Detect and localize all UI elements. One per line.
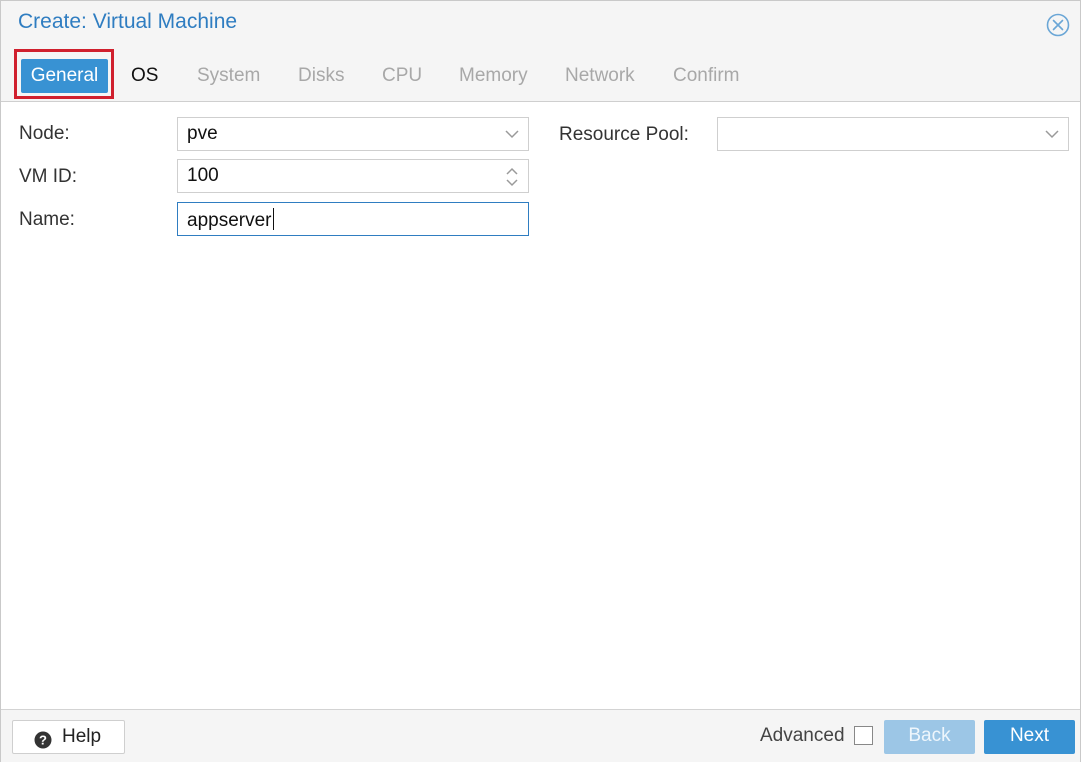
chevron-down-icon <box>1044 125 1060 143</box>
help-button[interactable]: ? Help <box>12 720 125 754</box>
back-button[interactable]: Back <box>884 720 975 754</box>
resource-pool-label: Resource Pool: <box>559 124 689 145</box>
vmid-label: VM ID: <box>19 166 78 187</box>
node-value: pve <box>187 123 218 144</box>
dialog-titlebar: Create: Virtual Machine <box>1 1 1080 47</box>
advanced-checkbox[interactable] <box>854 726 873 745</box>
resource-pool-select[interactable] <box>717 117 1069 151</box>
tab-disks: Disks <box>298 65 345 86</box>
svg-text:?: ? <box>39 733 47 748</box>
advanced-label: Advanced <box>760 725 845 746</box>
close-icon[interactable] <box>1046 13 1070 37</box>
name-value: appserver <box>187 208 274 231</box>
tab-os[interactable]: OS <box>131 61 158 91</box>
help-label: Help <box>62 726 102 747</box>
chevron-down-icon <box>504 125 520 143</box>
spinner-arrows-icon[interactable] <box>504 165 520 187</box>
tab-general[interactable]: General <box>21 59 108 93</box>
question-circle-icon: ? <box>34 728 52 749</box>
tab-network: Network <box>565 65 635 86</box>
vmid-value: 100 <box>187 165 219 186</box>
create-vm-dialog: Create: Virtual Machine General OS Syste… <box>0 0 1081 762</box>
next-button[interactable]: Next <box>984 720 1075 754</box>
name-label: Name: <box>19 209 75 230</box>
tab-system: System <box>197 65 261 86</box>
vmid-spinner[interactable]: 100 <box>177 159 529 193</box>
dialog-title: Create: Virtual Machine <box>18 10 238 33</box>
tab-memory: Memory <box>459 65 528 86</box>
wizard-tab-bar <box>1 47 1080 102</box>
text-cursor <box>272 208 274 230</box>
tab-cpu: CPU <box>382 65 423 86</box>
node-select[interactable]: pve <box>177 117 529 151</box>
tab-confirm: Confirm <box>673 65 740 86</box>
node-label: Node: <box>19 123 70 144</box>
name-input[interactable]: appserver <box>177 202 529 236</box>
